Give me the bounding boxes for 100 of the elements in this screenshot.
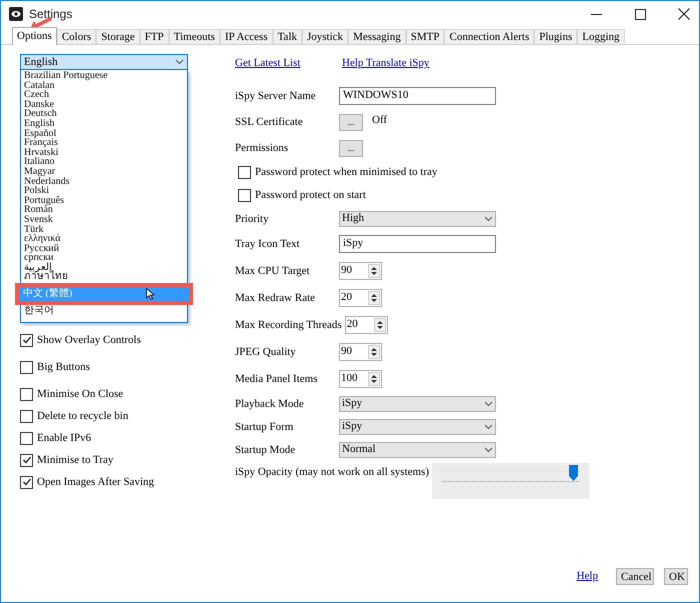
checkbox[interactable] xyxy=(20,360,33,374)
list-item[interactable]: српски xyxy=(21,253,187,263)
checkbox[interactable] xyxy=(20,476,33,488)
checkbox-label: Show Overlay Controls xyxy=(37,332,141,348)
checkbox-label: Delete to recycle bin xyxy=(37,408,128,424)
list-item[interactable]: ภาษาไทย xyxy=(21,272,187,282)
field-label: Max Recording Threads xyxy=(235,320,343,330)
checkbox-label: Open Images After Saving xyxy=(37,474,154,490)
field-label: SSL Certificate xyxy=(235,117,304,127)
number-field[interactable]: 100 xyxy=(339,370,382,388)
checkbox[interactable] xyxy=(238,189,251,202)
chevron-icon xyxy=(484,216,493,222)
chevron-icon xyxy=(175,59,184,65)
list-item[interactable]: Español xyxy=(21,128,187,138)
status-text: Off xyxy=(372,113,388,128)
list-item[interactable]: Polski xyxy=(21,186,187,196)
list-item[interactable]: Magyar xyxy=(21,166,187,177)
language-dropdown[interactable]: English xyxy=(20,54,188,70)
number-field[interactable]: 90 xyxy=(339,262,382,280)
field-label: iSpy Opacity (may not work on all systems) xyxy=(235,465,430,477)
dropdown[interactable]: Normal xyxy=(339,442,496,458)
list-item[interactable]: ελληνικά xyxy=(21,234,187,244)
list-item[interactable]: Türk xyxy=(21,224,187,234)
cursor-icon xyxy=(146,288,155,300)
window-title: Settings xyxy=(29,6,72,23)
field-label: Media Panel Items xyxy=(235,374,318,384)
dropdown[interactable]: iSpy xyxy=(339,396,496,412)
link[interactable]: Get Latest List xyxy=(235,55,342,72)
tab[interactable]: Talk xyxy=(272,29,302,44)
close-icon[interactable] xyxy=(678,8,690,20)
list-item[interactable]: Czech xyxy=(21,90,187,100)
spinner-icon[interactable] xyxy=(374,318,386,332)
list-item[interactable]: Français xyxy=(21,138,187,148)
field-label: JPEG Quality xyxy=(235,346,297,356)
field-label: Playback Mode xyxy=(235,398,305,408)
tab[interactable]: Joystick xyxy=(302,29,348,44)
help-link[interactable]: Help xyxy=(576,568,598,584)
dialog-button[interactable]: OK xyxy=(664,568,688,584)
number-field[interactable]: 20 xyxy=(344,316,388,334)
checkbox[interactable] xyxy=(20,410,33,422)
dialog-button[interactable]: Cancel xyxy=(616,568,654,584)
checkbox[interactable] xyxy=(20,334,33,346)
field-label: Max Redraw Rate xyxy=(235,292,316,302)
checkbox-label: Minimise On Close xyxy=(37,386,124,402)
list-item[interactable]: Italiano xyxy=(21,157,187,167)
dropdown[interactable]: iSpy xyxy=(339,418,496,434)
tab[interactable]: Timeouts xyxy=(168,29,220,44)
spinner-icon[interactable] xyxy=(368,290,380,304)
tab[interactable]: Messaging xyxy=(348,29,406,44)
field-label: Startup Mode xyxy=(235,444,296,454)
tab[interactable]: IP Access xyxy=(220,29,273,44)
list-item[interactable]: 한국어 xyxy=(21,306,187,316)
list-item[interactable]: Hrvatski xyxy=(21,148,187,158)
dropdown[interactable]: High xyxy=(339,210,496,226)
tab[interactable]: Colors xyxy=(56,29,96,44)
checkbox[interactable] xyxy=(20,432,33,444)
list-item[interactable]: Danske xyxy=(21,100,187,110)
list-item[interactable]: Deutsch xyxy=(21,109,187,119)
field-label: iSpy Server Name xyxy=(235,90,317,100)
spinner-icon[interactable] xyxy=(368,344,380,358)
opacity-slider[interactable] xyxy=(432,463,590,499)
checkbox-label: Big Buttons xyxy=(37,360,90,375)
checkbox[interactable] xyxy=(20,388,33,400)
spinner-icon[interactable] xyxy=(368,264,380,278)
checkbox-label: Password protect on start xyxy=(255,188,366,204)
spinner-icon[interactable] xyxy=(368,372,380,386)
text-field[interactable]: WINDOWS10 xyxy=(339,86,496,104)
number-field[interactable]: 90 xyxy=(339,342,382,360)
tab[interactable]: Plugins xyxy=(534,29,578,44)
link[interactable]: Help Translate iSpy xyxy=(342,55,430,72)
tab[interactable]: SMTP xyxy=(406,29,444,44)
browse-button[interactable]: ... xyxy=(339,140,363,156)
tab[interactable]: Options xyxy=(12,27,57,45)
list-item[interactable]: Русский xyxy=(21,244,187,254)
tab[interactable]: Connection Alerts xyxy=(444,29,534,44)
list-item[interactable]: Português xyxy=(21,196,187,206)
number-field[interactable]: 20 xyxy=(339,288,382,306)
checkbox[interactable] xyxy=(238,166,251,179)
chevron-icon xyxy=(484,400,493,406)
checkbox-label: Minimise to Tray xyxy=(37,452,114,468)
field-label: Startup Form xyxy=(235,422,294,432)
browse-button[interactable]: ... xyxy=(339,114,363,130)
slider-thumb[interactable] xyxy=(569,465,578,481)
checkbox-label: Enable IPv6 xyxy=(37,430,92,446)
list-item[interactable]: English xyxy=(21,118,187,129)
tab[interactable]: Storage xyxy=(96,29,140,44)
tab[interactable]: Logging xyxy=(577,29,625,44)
eye-icon xyxy=(9,7,23,21)
list-item[interactable]: Brazilian Portuguese xyxy=(21,71,187,81)
chevron-icon xyxy=(484,446,493,452)
text-field[interactable]: iSpy xyxy=(339,234,496,252)
list-item[interactable]: Nederlands xyxy=(21,176,187,186)
checkbox-label: Password protect when minimised to tray xyxy=(255,165,438,180)
tab[interactable]: FTP xyxy=(140,29,169,44)
list-item[interactable]: Svensk xyxy=(21,214,187,224)
checkbox[interactable] xyxy=(20,454,33,466)
maximize-icon[interactable] xyxy=(635,8,646,20)
list-item[interactable]: Catalan xyxy=(21,80,187,90)
field-label: Priority xyxy=(235,214,270,224)
list-item[interactable]: Romàn xyxy=(21,205,187,215)
